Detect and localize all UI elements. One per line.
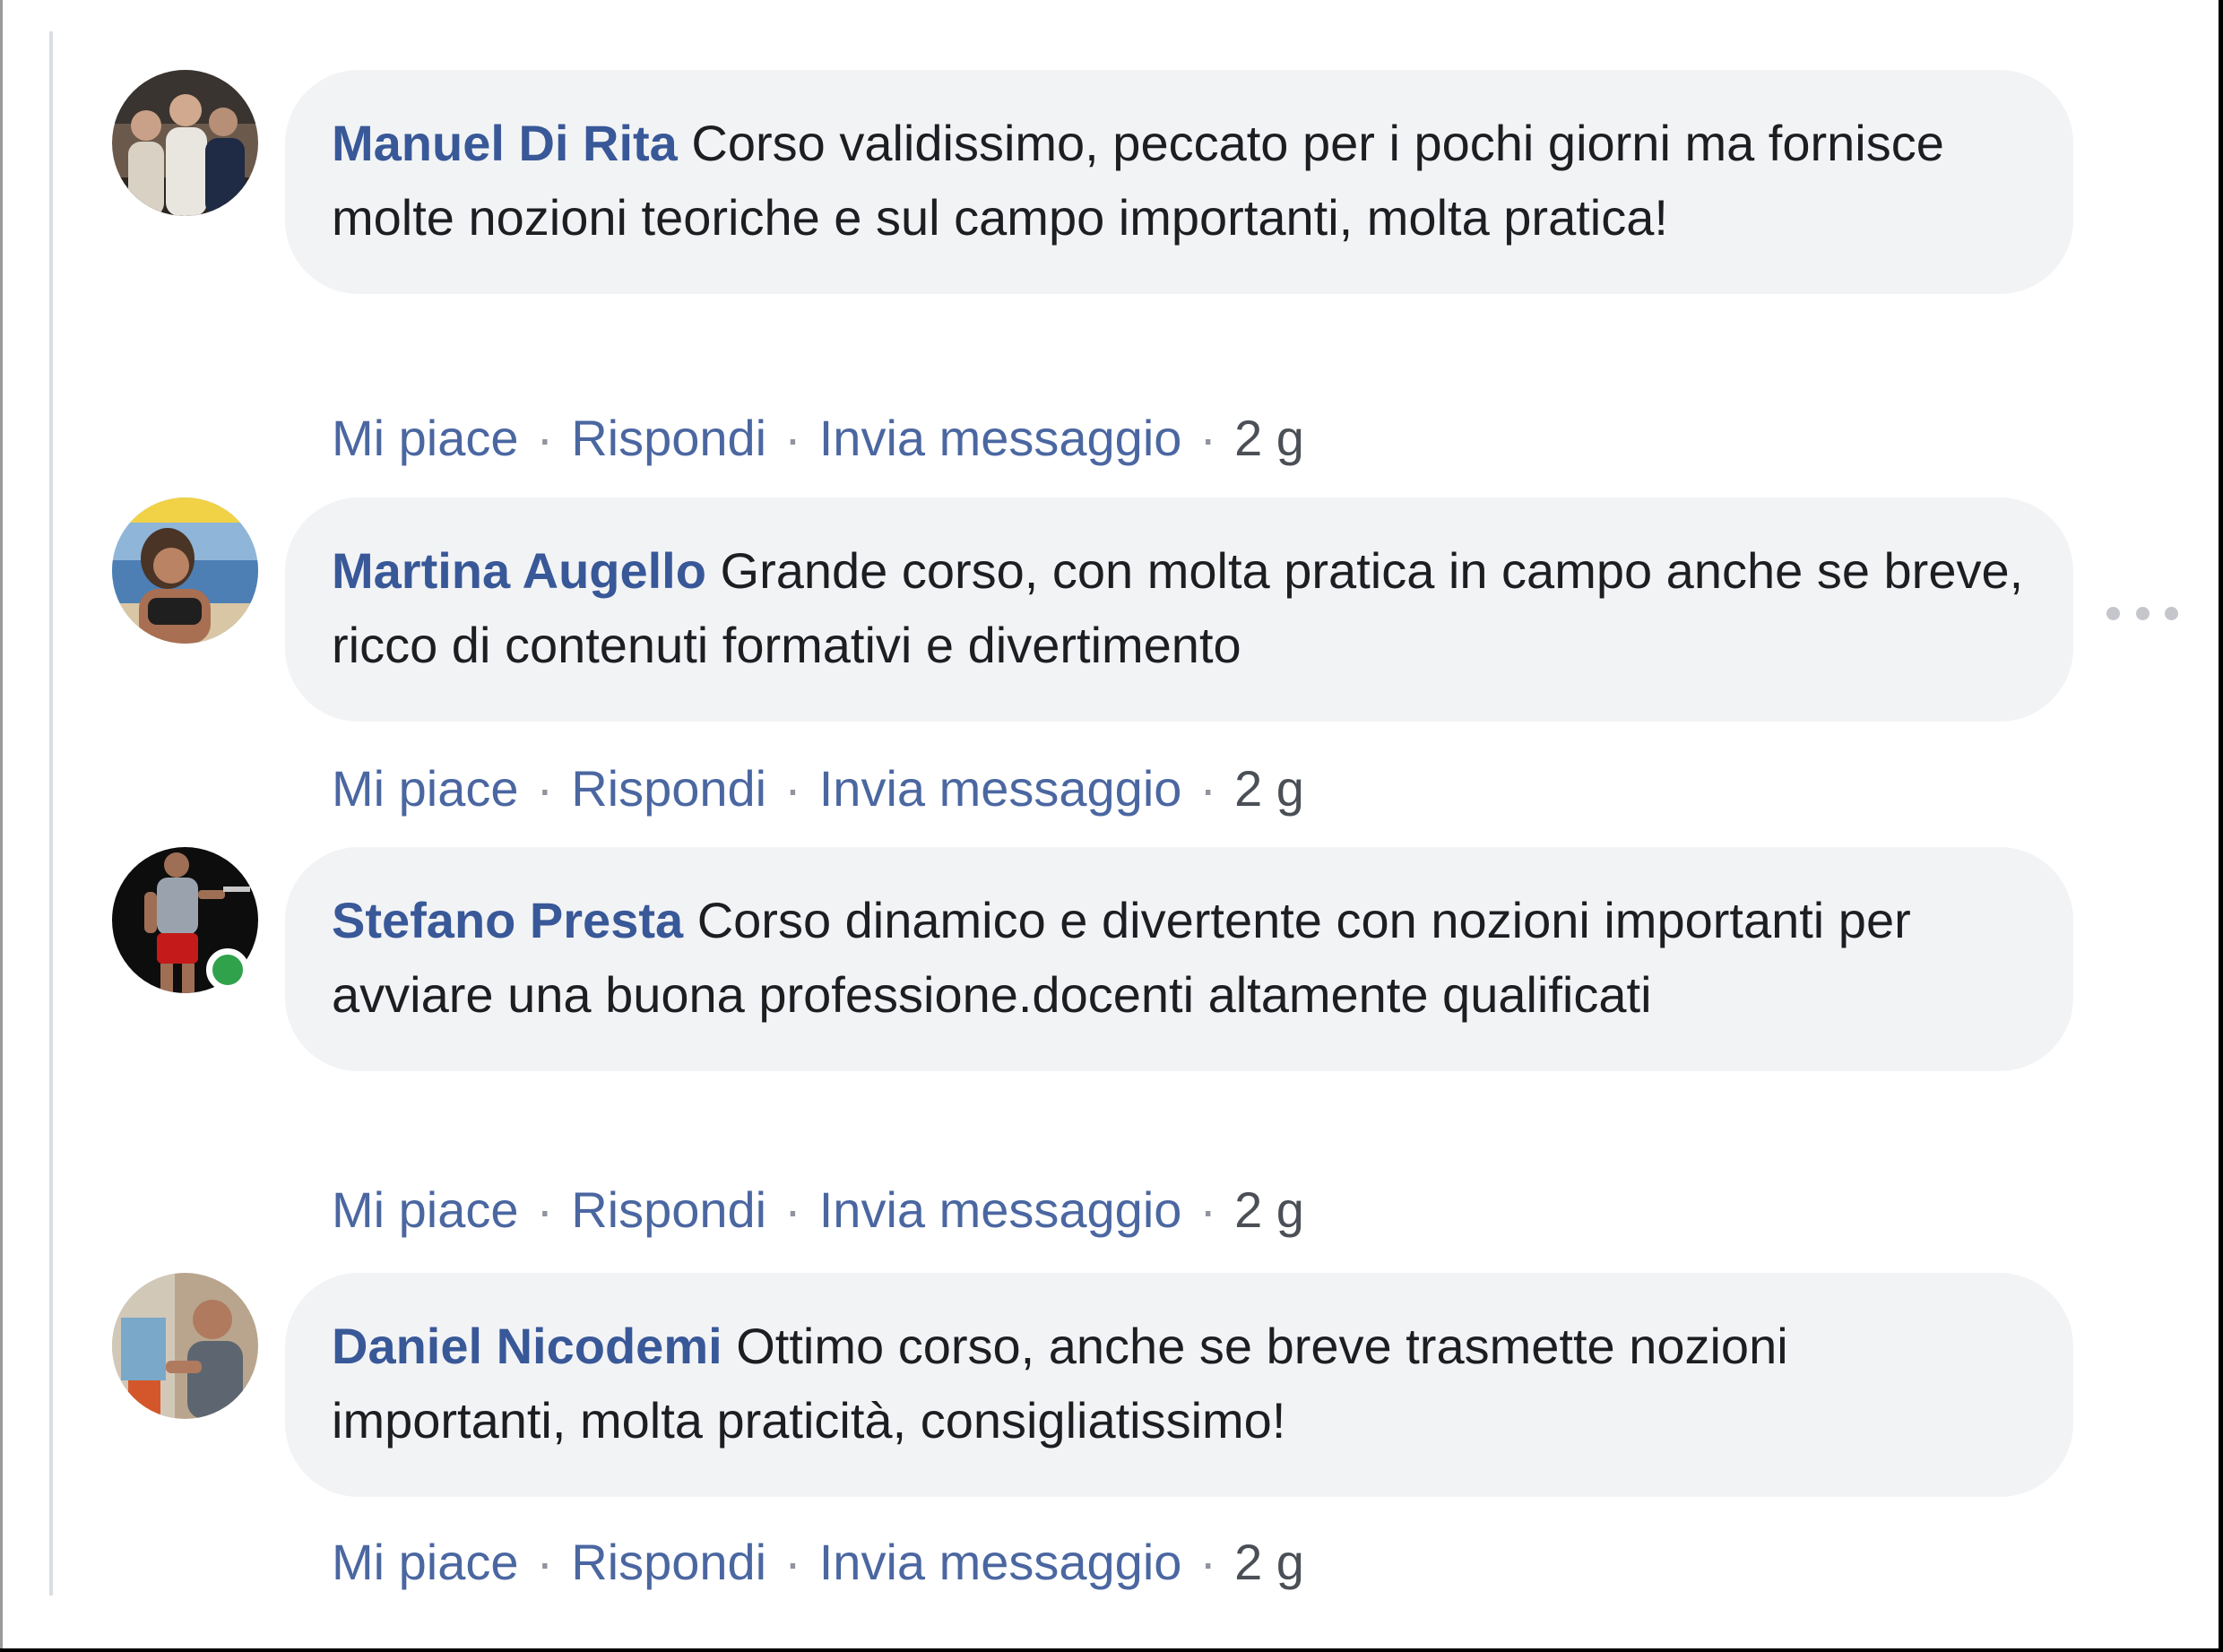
comment-author[interactable]: Daniel Nicodemi <box>332 1318 722 1374</box>
avatar[interactable] <box>112 1273 258 1419</box>
comment-author[interactable]: Manuel Di Rita <box>332 115 678 171</box>
separator: · <box>1199 1534 1217 1590</box>
avatar[interactable] <box>112 70 258 216</box>
like-link[interactable]: Mi piace <box>332 410 519 466</box>
window-right-border <box>2219 0 2223 1652</box>
separator: · <box>784 410 801 466</box>
avatar-photo <box>112 70 258 216</box>
separator: · <box>536 760 554 817</box>
comment-actions: Mi piace · Rispondi · Invia messaggio · 2 g <box>332 1533 1304 1592</box>
separator: · <box>536 410 554 466</box>
send-message-link[interactable]: Invia messaggio <box>819 1534 1182 1590</box>
separator: · <box>784 760 801 817</box>
separator: · <box>536 1534 554 1590</box>
like-link[interactable]: Mi piace <box>332 1534 519 1590</box>
separator: · <box>784 1534 801 1590</box>
reply-link[interactable]: Rispondi <box>571 760 766 817</box>
comment-timestamp[interactable]: 2 g <box>1234 760 1304 817</box>
avatar[interactable] <box>112 497 258 644</box>
reply-link[interactable]: Rispondi <box>571 1534 766 1590</box>
separator: · <box>784 1181 801 1238</box>
comment-timestamp[interactable]: 2 g <box>1234 410 1304 466</box>
reply-link[interactable]: Rispondi <box>571 1181 766 1238</box>
more-options-icon[interactable] <box>2106 599 2178 627</box>
send-message-link[interactable]: Invia messaggio <box>819 1181 1182 1238</box>
avatar-photo <box>112 1273 258 1419</box>
reply-link[interactable]: Rispondi <box>571 410 766 466</box>
more-options-dot <box>2165 606 2178 620</box>
comment-bubble: Stefano Presta Corso dinamico e diverten… <box>285 847 2073 1071</box>
comment-author[interactable]: Martina Augello <box>332 542 706 599</box>
comment-author[interactable]: Stefano Presta <box>332 892 683 948</box>
separator: · <box>1199 760 1217 817</box>
window-bottom-border <box>0 1648 2223 1652</box>
more-options-dot <box>2135 606 2149 620</box>
comment-bubble: Martina Augello Grande corso, con molta … <box>285 497 2073 722</box>
more-options-dot <box>2106 606 2120 620</box>
avatar-photo <box>112 497 258 644</box>
like-link[interactable]: Mi piace <box>332 1181 519 1238</box>
online-status-icon <box>206 948 249 991</box>
comment-timestamp[interactable]: 2 g <box>1234 1534 1304 1590</box>
comment-actions: Mi piace · Rispondi · Invia messaggio · 2 g <box>332 409 1304 468</box>
comment-actions: Mi piace · Rispondi · Invia messaggio · 2 g <box>332 759 1304 818</box>
like-link[interactable]: Mi piace <box>332 760 519 817</box>
separator: · <box>536 1181 554 1238</box>
thread-line <box>49 31 53 1596</box>
comment-actions: Mi piace · Rispondi · Invia messaggio · 2 g <box>332 1181 1304 1240</box>
comment-bubble: Manuel Di Rita Corso validissimo, peccat… <box>285 70 2073 294</box>
separator: · <box>1199 410 1217 466</box>
send-message-link[interactable]: Invia messaggio <box>819 760 1182 817</box>
comment-timestamp[interactable]: 2 g <box>1234 1181 1304 1238</box>
send-message-link[interactable]: Invia messaggio <box>819 410 1182 466</box>
comment-bubble: Daniel Nicodemi Ottimo corso, anche se b… <box>285 1273 2073 1497</box>
window-left-border <box>0 0 3 1652</box>
separator: · <box>1199 1181 1217 1238</box>
